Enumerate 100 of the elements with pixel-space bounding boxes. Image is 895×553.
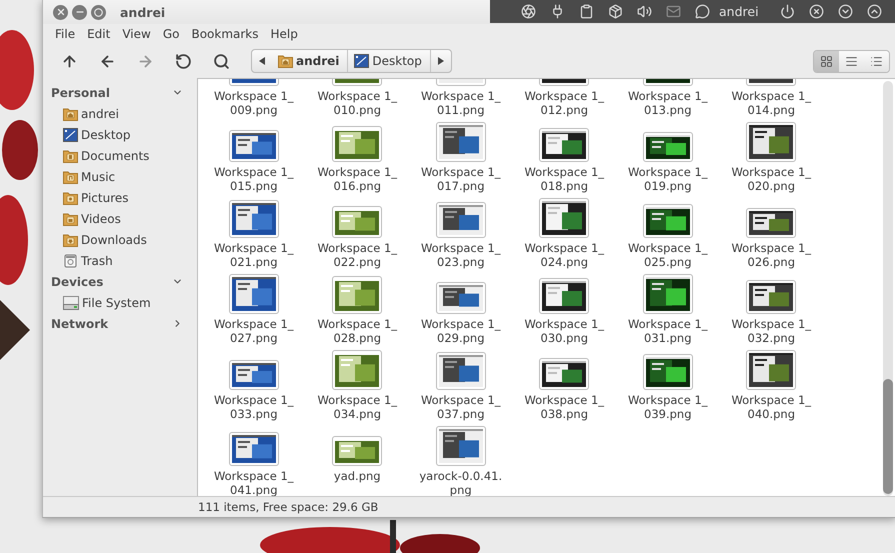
section-header[interactable]: Devices (51, 271, 197, 292)
sidebar-item[interactable]: Pictures (51, 187, 197, 208)
trash-icon (63, 253, 78, 268)
clipboard-icon (579, 4, 594, 19)
menu-item[interactable]: File (49, 27, 82, 41)
sidebar-item[interactable]: File System (51, 292, 197, 313)
maximize-button[interactable] (91, 4, 106, 20)
sidebar-item[interactable]: Downloads (51, 229, 197, 250)
thumbnail[interactable] (332, 206, 382, 238)
thumbnail[interactable] (228, 432, 279, 466)
file-name: Workspace 1_ 029.png (420, 317, 501, 345)
thumbnail[interactable] (228, 200, 279, 238)
thumbnail[interactable] (539, 198, 590, 238)
user-name[interactable]: andrei (719, 4, 759, 19)
right-triangle-icon (438, 57, 444, 65)
thumbnail[interactable] (642, 274, 693, 314)
file-name: Workspace 1_ 033.png (214, 393, 294, 421)
file-name: Workspace 1_ 039.png (628, 393, 708, 421)
sidebar-item[interactable]: Documents (51, 145, 197, 166)
sidebar-item[interactable]: Trash (51, 250, 197, 271)
box-icon (608, 4, 623, 19)
home-folder-icon (63, 106, 78, 120)
thumbnail[interactable] (332, 436, 382, 466)
thumbnail[interactable] (746, 350, 796, 390)
file-name: yad.png (334, 469, 381, 483)
sidebar-item[interactable]: Desktop (51, 124, 197, 145)
menu-item[interactable]: Help (264, 27, 304, 41)
chevron-down-icon (838, 4, 853, 19)
drive-icon (63, 296, 79, 310)
thumbnail[interactable] (539, 128, 590, 162)
file-name: Workspace 1_ 010.png (317, 89, 398, 117)
thumbnail[interactable] (436, 426, 486, 466)
file-name: Workspace 1_ 038.png (524, 393, 604, 421)
list-view-button[interactable] (839, 50, 864, 72)
documents-folder-icon (63, 148, 78, 162)
file-name: Workspace 1_ 037.png (420, 393, 501, 421)
lines-icon (845, 54, 858, 68)
file-name: Workspace 1_ 028.png (317, 317, 398, 345)
thumbnail[interactable] (436, 352, 486, 390)
menu-item[interactable]: Go (156, 27, 186, 41)
thumbnail[interactable] (228, 274, 279, 314)
file-name: Workspace 1_ 021.png (214, 241, 294, 269)
minimize-button[interactable] (72, 4, 87, 20)
file-name: Workspace 1_ 014.png (731, 89, 812, 117)
thumbnail[interactable] (642, 204, 693, 238)
file-name: Workspace 1_ 018.png (524, 165, 604, 193)
thumbnail[interactable] (642, 354, 693, 390)
sidebar-item[interactable]: andrei (51, 103, 197, 124)
file-name: Workspace 1_ 034.png (317, 393, 398, 421)
home-folder-icon (278, 54, 293, 68)
thumbnail[interactable] (539, 358, 590, 390)
thumbnail[interactable] (436, 122, 486, 162)
thumbnail[interactable] (539, 278, 590, 314)
chat-icon (695, 4, 710, 19)
up-arrow-icon (60, 52, 78, 70)
thumbnail[interactable] (746, 280, 796, 314)
file-name: Workspace 1_ 009.png (214, 89, 294, 117)
thumbnail[interactable] (436, 282, 486, 314)
thumbnail[interactable] (228, 130, 279, 162)
videos-folder-icon (63, 212, 78, 226)
thumbnail[interactable] (332, 350, 382, 390)
menu-item[interactable]: Edit (81, 27, 116, 41)
aperture-icon (521, 4, 536, 19)
thumbnail[interactable] (332, 126, 382, 162)
thumbnail[interactable] (436, 202, 486, 238)
path-button[interactable]: andrei (272, 50, 348, 72)
compact-view-button[interactable] (864, 50, 889, 72)
mail-icon (666, 4, 681, 19)
left-triangle-icon (259, 57, 265, 65)
scrollbar-thumb[interactable] (883, 379, 893, 494)
file-name: Workspace 1_ 027.png (214, 317, 294, 345)
file-name: Workspace 1_ 031.png (628, 317, 708, 345)
thumbnail[interactable] (642, 132, 693, 162)
section-header[interactable]: Network (51, 313, 197, 334)
sidebar-item[interactable]: Videos (51, 208, 197, 229)
chevron-up-icon (866, 4, 882, 19)
thumbnail[interactable] (746, 122, 796, 162)
file-name: Workspace 1_ 032.png (731, 317, 812, 345)
menu-item[interactable]: Bookmarks (185, 27, 265, 41)
menu-item[interactable]: View (116, 27, 157, 41)
section-header[interactable]: Personal (51, 82, 197, 103)
thumbnail[interactable] (746, 208, 796, 238)
sidebar-item[interactable]: Music (51, 166, 197, 187)
file-name: Workspace 1_ 026.png (731, 241, 812, 269)
status-text: 111 items, Free space: 29.6 GB (198, 500, 378, 514)
plug-icon (550, 4, 565, 19)
file-name: Workspace 1_ 025.png (628, 241, 708, 269)
file-name: Workspace 1_ 019.png (628, 165, 708, 193)
thumbnail[interactable] (332, 276, 382, 314)
icons-view-button[interactable] (814, 50, 839, 72)
thumbnail[interactable] (228, 360, 279, 390)
file-name: Workspace 1_ 040.png (731, 393, 812, 421)
close-icon (808, 4, 824, 19)
file-name: Workspace 1_ 017.png (420, 165, 501, 193)
reload-icon (174, 52, 192, 70)
close-button[interactable] (53, 4, 68, 20)
file-name: Workspace 1_ 024.png (524, 241, 604, 269)
scrollbar[interactable] (883, 81, 893, 496)
downloads-folder-icon (63, 232, 78, 246)
path-button[interactable]: Desktop (348, 50, 431, 72)
